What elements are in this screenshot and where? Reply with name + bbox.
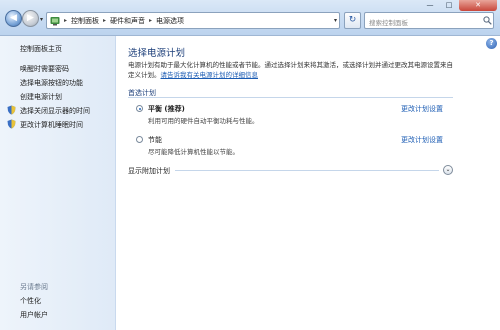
- additional-plans-divider: [175, 170, 439, 171]
- breadcrumb-control-panel[interactable]: 控制面板: [71, 16, 99, 26]
- plan-power-saver-name[interactable]: 节能: [148, 135, 162, 145]
- left-navigation-pane: 控制面板主页 唤醒时需要密码 选择电源按钮的功能 创建电源计划 选择关闭显示器的…: [0, 36, 116, 330]
- maximize-button[interactable]: □: [440, 0, 458, 11]
- plan-balanced-description: 利用可用的硬件自动平衡功耗与性能。: [148, 117, 259, 125]
- see-also-link-personalization[interactable]: 个性化: [20, 296, 41, 306]
- page-title: 选择电源计划: [128, 48, 186, 59]
- sidebar-link-sleep-time[interactable]: 更改计算机睡眠时间: [20, 120, 83, 130]
- back-button[interactable]: ◀: [5, 10, 22, 27]
- shield-icon: [7, 119, 16, 129]
- refresh-button[interactable]: ↻: [344, 12, 361, 29]
- plan-power-saver-radio[interactable]: [136, 136, 143, 143]
- title-bar: — □ ✕ ◀ ▶ ▾ ▸ 控制面板 ▸ 硬件和声音 ▸ 电源选项 ▾ ↻ 搜索…: [0, 0, 500, 36]
- chevron-down-icon[interactable]: ⌄: [443, 165, 453, 175]
- breadcrumb-separator: ▸: [103, 17, 107, 24]
- page-description: 电源计划有助于最大化计算机的性能或者节能。通过选择计划来将其激活，或选择计划并通…: [128, 60, 458, 80]
- address-bar[interactable]: ▸ 控制面板 ▸ 硬件和声音 ▸ 电源选项 ▾: [46, 12, 340, 29]
- shield-icon: [7, 105, 16, 115]
- sidebar-link-require-password[interactable]: 唤醒时需要密码: [20, 64, 69, 74]
- power-plans-info-link[interactable]: 请告诉我有关电源计划的详细信息: [161, 71, 259, 79]
- search-input[interactable]: 搜索控制面板: [364, 12, 494, 29]
- minimize-button[interactable]: —: [421, 0, 439, 11]
- plan-balanced-change-settings-link[interactable]: 更改计划设置: [401, 104, 443, 114]
- control-panel-home-link[interactable]: 控制面板主页: [20, 44, 62, 54]
- section-divider: [128, 97, 453, 98]
- close-button[interactable]: ✕: [459, 0, 497, 11]
- see-also-link-user-accounts[interactable]: 用户帐户: [20, 310, 48, 320]
- show-additional-plans-label[interactable]: 显示附加计划: [128, 166, 170, 176]
- main-content: ? 选择电源计划 电源计划有助于最大化计算机的性能或者节能。通过选择计划来将其激…: [117, 36, 500, 330]
- breadcrumb-separator: ▸: [149, 17, 153, 24]
- search-icon[interactable]: [483, 16, 492, 25]
- sidebar-link-power-buttons[interactable]: 选择电源按钮的功能: [20, 78, 83, 88]
- forward-button[interactable]: ▶: [22, 10, 39, 27]
- help-button[interactable]: ?: [486, 38, 497, 49]
- control-panel-icon: [50, 16, 60, 25]
- see-also-heading: 另请参阅: [20, 283, 48, 291]
- address-dropdown-icon[interactable]: ▾: [334, 17, 337, 24]
- breadcrumb-hardware-sound[interactable]: 硬件和声音: [110, 16, 145, 26]
- plan-balanced-name[interactable]: 平衡 (推荐): [148, 104, 185, 114]
- plan-balanced-radio[interactable]: [136, 105, 143, 112]
- sidebar-link-display-off-time[interactable]: 选择关闭显示器的时间: [20, 106, 90, 116]
- recent-pages-dropdown[interactable]: ▾: [40, 16, 43, 23]
- breadcrumb-separator: ▸: [64, 17, 68, 24]
- breadcrumb-power-options[interactable]: 电源选项: [156, 16, 184, 26]
- plan-power-saver-description: 尽可能降低计算机性能以节能。: [148, 148, 239, 156]
- plan-power-saver-change-settings-link[interactable]: 更改计划设置: [401, 135, 443, 145]
- sidebar-link-create-plan[interactable]: 创建电源计划: [20, 92, 62, 102]
